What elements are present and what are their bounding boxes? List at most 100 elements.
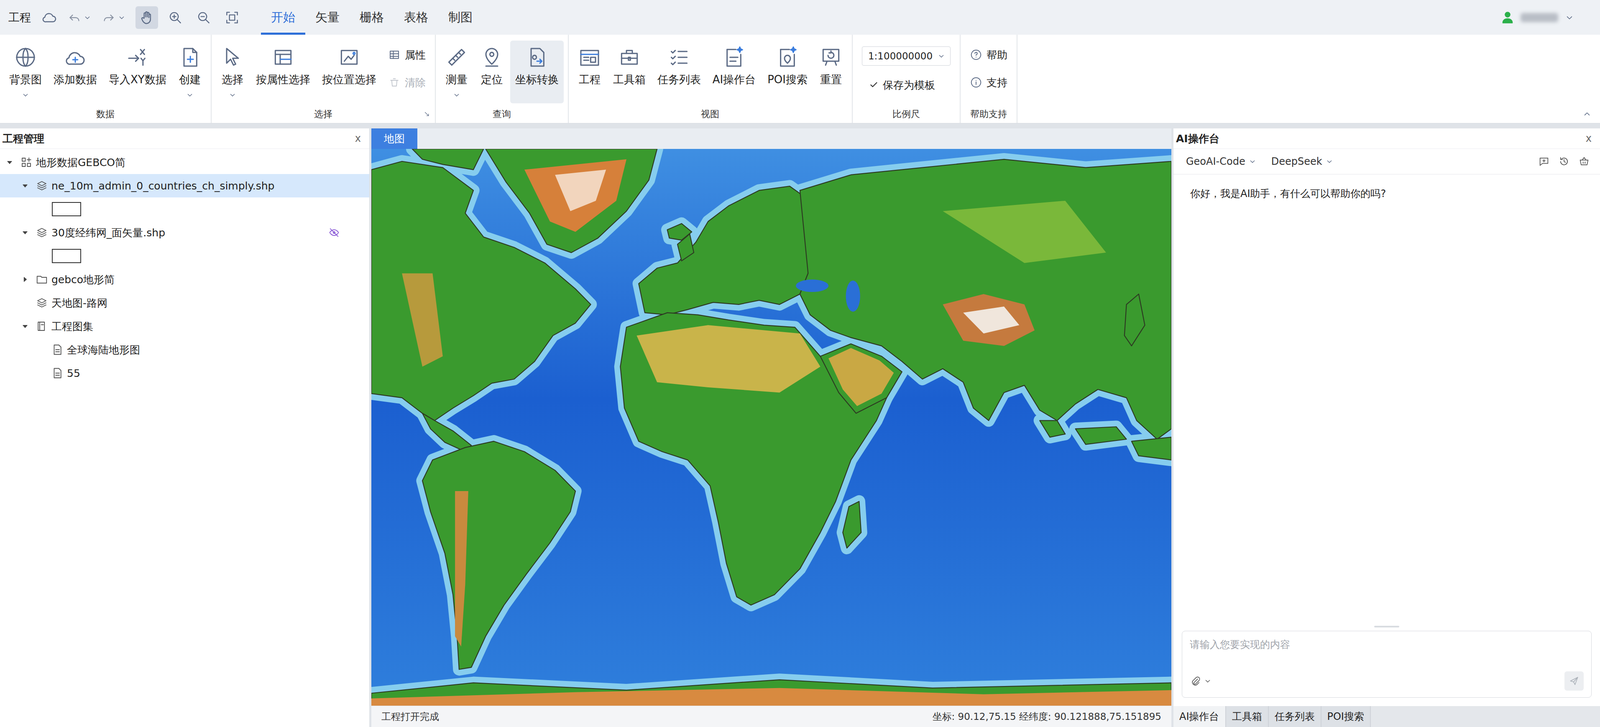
tree-item[interactable]: 55 — [0, 361, 370, 385]
map-tab-bar: 地图 — [371, 128, 1172, 149]
map-canvas[interactable] — [371, 148, 1172, 706]
ribbon-button[interactable]: POI搜索 — [762, 40, 813, 104]
user-menu[interactable] — [1500, 10, 1575, 25]
tree-item[interactable] — [0, 197, 370, 221]
ribbon-small-button[interactable]: 帮助 — [969, 46, 1008, 64]
ribbon-button[interactable]: 测量 — [439, 40, 474, 104]
main-tab[interactable]: 开始 — [260, 0, 306, 35]
paperclip-icon — [1189, 674, 1202, 687]
borneo — [1075, 426, 1127, 445]
undo-button[interactable] — [66, 10, 93, 26]
history-button[interactable] — [1558, 155, 1570, 168]
tree-item[interactable]: 天地图-路网 — [0, 291, 370, 315]
dialog-launcher-icon[interactable] — [423, 110, 431, 118]
clear-button[interactable] — [1578, 155, 1590, 168]
resize-handle[interactable] — [1374, 625, 1400, 628]
expanded-arrow-icon[interactable] — [20, 181, 30, 190]
new-chat-button[interactable] — [1538, 155, 1550, 168]
ribbon-small-button[interactable]: 支持 — [969, 74, 1008, 91]
ribbon-button[interactable]: 选择 — [215, 40, 250, 104]
project-menu[interactable]: 工程 — [8, 10, 31, 26]
rockies — [401, 273, 443, 367]
tree-item[interactable]: ne_10m_admin_0_countries_ch_simply.shp — [0, 173, 370, 198]
map-tool-button[interactable] — [192, 6, 215, 29]
panel-header: 工程管理x — [0, 128, 370, 149]
top-bar: 工程 开始矢量栅格表格制图 — [0, 0, 1600, 35]
reset-icon — [819, 45, 843, 70]
continental-shelf — [800, 159, 1172, 440]
ribbon-group: 帮助支持帮助支持 — [960, 34, 1018, 123]
collapsed-arrow-icon[interactable] — [20, 275, 30, 284]
ribbon-button[interactable]: 按属性选择 — [250, 40, 316, 104]
ribbon-collapse-button[interactable] — [1574, 108, 1600, 123]
ribbon-button[interactable]: 背景图 — [4, 40, 47, 104]
map-tool-button[interactable] — [163, 6, 187, 29]
ribbon-group-label: 查询 — [439, 105, 564, 123]
main-tab[interactable]: 表格 — [393, 0, 439, 35]
chevron-down-icon — [1324, 156, 1335, 167]
expanded-arrow-icon[interactable] — [20, 228, 30, 237]
tree-item[interactable] — [0, 244, 370, 268]
save-template-button[interactable]: 保存为模板 — [861, 76, 951, 94]
map-tab[interactable]: 地图 — [371, 128, 418, 149]
ribbon-button[interactable]: 导入XY数据 — [103, 40, 172, 104]
cloud-button[interactable] — [40, 9, 58, 26]
ribbon-button[interactable]: 坐标转换 — [510, 40, 564, 104]
ribbon-group: 测量定位坐标转换查询 — [435, 34, 569, 123]
close-button[interactable]: x — [352, 132, 364, 145]
expanded-arrow-icon[interactable] — [20, 322, 30, 331]
mapdoc-icon — [51, 366, 64, 380]
map-panel: 地图工程打开完成坐标: 90.12,75.15 经纬度: 90.121888,7… — [371, 128, 1172, 727]
ribbon-button[interactable]: 按位置选择 — [316, 40, 382, 104]
tree-item[interactable]: 地形数据GEBCO简 — [0, 150, 370, 174]
bottom-tab[interactable]: AI操作台 — [1173, 705, 1227, 727]
ribbon-button[interactable]: AI操作台 — [707, 40, 761, 104]
expanded-arrow-icon[interactable] — [5, 158, 14, 167]
chevron-down-icon — [117, 12, 127, 23]
visibility-toggle[interactable] — [328, 226, 340, 239]
bottom-tab[interactable]: 工具箱 — [1226, 705, 1269, 727]
send-button[interactable] — [1564, 671, 1584, 691]
tree-item[interactable]: 30度经纬网_面矢量.shp — [0, 220, 370, 245]
south-america — [422, 441, 576, 670]
attach-button[interactable] — [1189, 674, 1213, 687]
tree-item[interactable]: 工程图集 — [0, 314, 370, 338]
dropdown-arrow-icon — [185, 90, 195, 100]
greenland — [485, 148, 657, 253]
tree-item[interactable]: gebco地形简 — [0, 267, 370, 292]
layers-icon — [35, 179, 49, 192]
close-button[interactable]: x — [1583, 132, 1595, 145]
ribbon-button[interactable]: 重置 — [814, 40, 848, 104]
coord-icon — [525, 45, 549, 70]
ribbon-button[interactable]: 创建 — [173, 40, 207, 104]
continental-shelf — [422, 441, 576, 670]
chevron-up-icon — [1581, 108, 1593, 120]
main-tab[interactable]: 制图 — [438, 0, 483, 35]
ribbon-button[interactable]: 添加数据 — [48, 40, 103, 104]
bottom-tab[interactable]: 任务列表 — [1268, 705, 1322, 727]
layers-icon — [35, 296, 49, 310]
mode-dropdown[interactable]: GeoAI-Code — [1185, 155, 1258, 168]
map-view[interactable] — [371, 148, 1172, 706]
redo-button[interactable] — [101, 10, 127, 26]
ribbon-button[interactable]: 工程 — [572, 40, 607, 104]
japan — [1124, 293, 1146, 346]
ribbon-button[interactable]: 定位 — [475, 40, 509, 104]
main-tabs: 开始矢量栅格表格制图 — [260, 0, 483, 35]
tree-item[interactable]: 全球海陆地形图 — [0, 337, 370, 362]
chat-input[interactable] — [1189, 637, 1584, 662]
map-tool-button[interactable] — [135, 6, 159, 29]
ribbon-button[interactable]: 任务列表 — [652, 40, 706, 104]
ribbon-small-button[interactable]: 清除 — [388, 74, 426, 91]
ribbon-button[interactable]: 工具箱 — [608, 40, 651, 104]
map-tool-button[interactable] — [220, 6, 244, 29]
main-tab[interactable]: 矢量 — [305, 0, 350, 35]
ribbon-small-button[interactable]: 属性 — [388, 46, 426, 64]
model-dropdown[interactable]: DeepSeek — [1271, 155, 1335, 168]
bottom-tab[interactable]: POI搜索 — [1321, 705, 1371, 727]
scale-select[interactable]: 1:100000000 — [861, 46, 951, 66]
main-tab[interactable]: 栅格 — [349, 0, 394, 35]
grid-icon — [20, 155, 33, 169]
check-icon — [868, 79, 880, 91]
trash-icon — [388, 76, 401, 89]
